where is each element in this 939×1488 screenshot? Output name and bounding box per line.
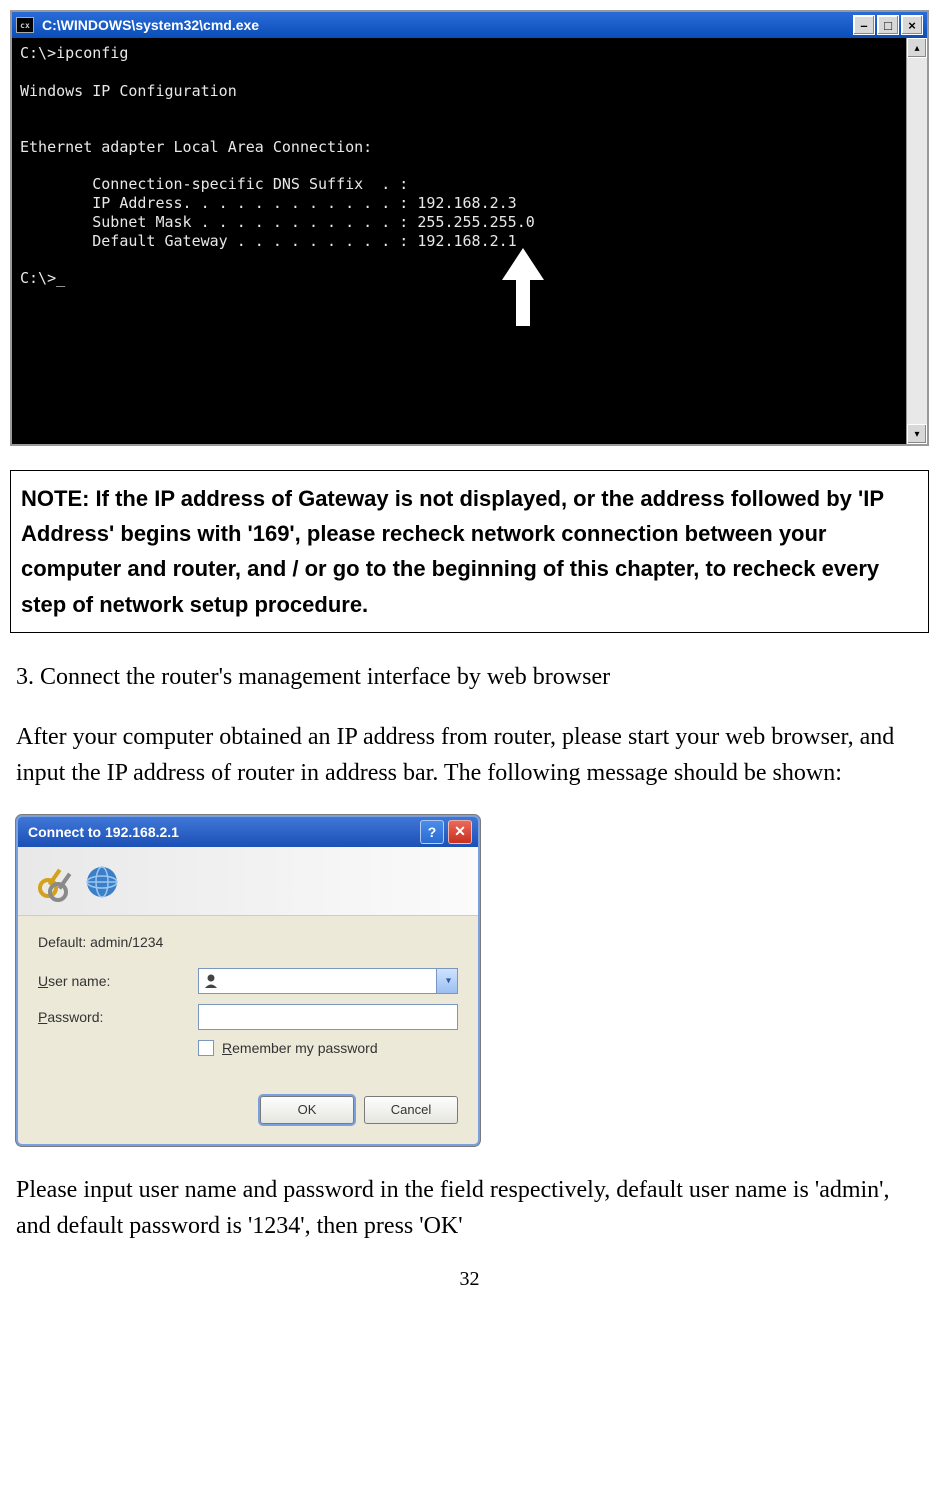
dialog-banner — [18, 847, 478, 916]
cancel-button[interactable]: Cancel — [364, 1096, 458, 1124]
password-field[interactable] — [198, 1004, 458, 1030]
minimize-button[interactable]: – — [853, 15, 875, 35]
step-title: 3. Connect the router's management inter… — [16, 659, 923, 695]
page-number: 32 — [10, 1268, 929, 1291]
password-label: Password: — [38, 1009, 198, 1025]
closing-text: Please input user name and password in t… — [16, 1172, 923, 1244]
login-dialog: Connect to 192.168.2.1 ? ✕ Default: admi… — [16, 815, 480, 1146]
keys-icon — [34, 858, 80, 904]
scroll-up-button[interactable]: ▴ — [907, 38, 927, 58]
scroll-track[interactable] — [907, 58, 927, 424]
ok-button[interactable]: OK — [260, 1096, 354, 1124]
username-field[interactable]: ▾ — [198, 968, 458, 994]
cmd-window: cx C:\WINDOWS\system32\cmd.exe – □ × C:\… — [10, 10, 929, 446]
cmd-output: C:\>ipconfig Windows IP Configuration Et… — [12, 38, 906, 444]
dialog-close-button[interactable]: ✕ — [448, 820, 472, 844]
remember-checkbox[interactable] — [198, 1040, 214, 1056]
note-box: NOTE: If the IP address of Gateway is no… — [10, 470, 929, 633]
scrollbar[interactable]: ▴ ▾ — [906, 38, 927, 444]
globe-icon — [84, 858, 120, 904]
close-button[interactable]: × — [901, 15, 923, 35]
remember-label: Remember my password — [222, 1040, 378, 1056]
username-label: User name: — [38, 973, 198, 989]
cmd-titlebar[interactable]: cx C:\WINDOWS\system32\cmd.exe – □ × — [12, 12, 927, 38]
cmd-title-text: C:\WINDOWS\system32\cmd.exe — [42, 17, 259, 33]
cmd-icon: cx — [16, 17, 34, 33]
dialog-title-text: Connect to 192.168.2.1 — [28, 824, 179, 840]
maximize-button[interactable]: □ — [877, 15, 899, 35]
scroll-down-button[interactable]: ▾ — [907, 424, 927, 444]
person-icon — [203, 973, 219, 989]
chevron-down-icon: ▾ — [446, 975, 451, 986]
step-body: After your computer obtained an IP addre… — [16, 719, 923, 791]
arrow-up-icon — [502, 248, 544, 326]
help-button[interactable]: ? — [420, 820, 444, 844]
dialog-titlebar[interactable]: Connect to 192.168.2.1 ? ✕ — [18, 817, 478, 847]
dialog-hint: Default: admin/1234 — [38, 934, 458, 950]
